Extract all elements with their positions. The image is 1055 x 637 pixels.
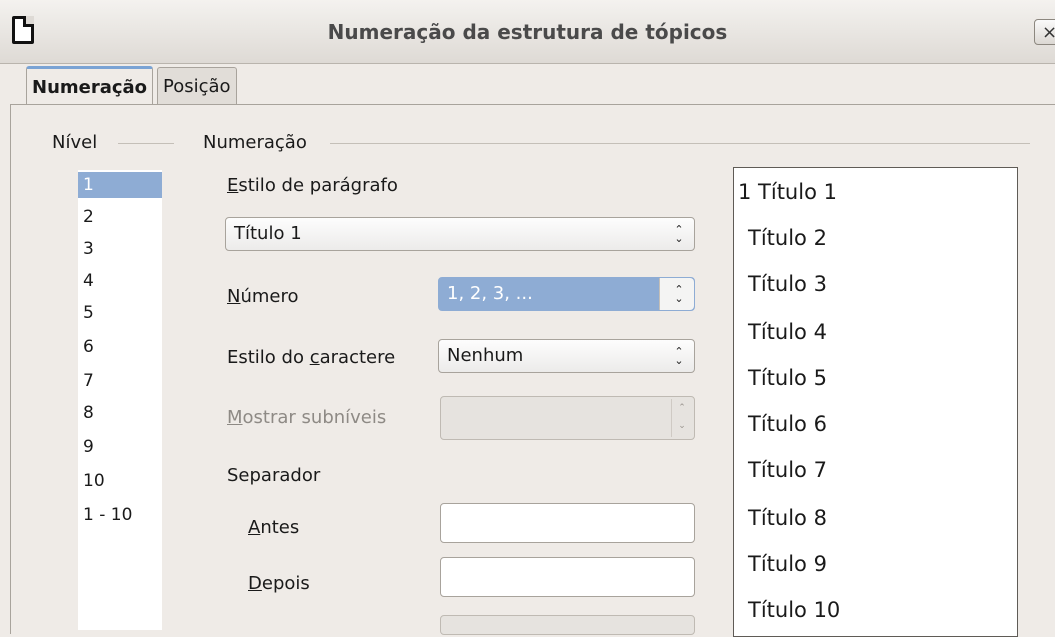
preview-item: Título 9 [748,552,827,576]
show-sublevels-label: Mostrar subníveis [227,407,387,428]
level-list[interactable]: 1 2 3 4 5 6 7 8 9 10 1 - 10 [78,170,162,630]
char-style-combo[interactable]: Nenhum ⌃ ⌄ [438,339,695,373]
numbering-heading: Numeração [203,132,307,153]
before-label: Antes [248,517,300,538]
level-item[interactable]: 9 [78,434,162,460]
number-combo[interactable]: 1, 2, 3, ... ⌃ ⌄ [438,277,695,311]
preview-item: Título 6 [748,412,827,436]
close-icon: × [1042,22,1055,43]
start-at-spinner[interactable] [440,615,695,635]
level-item[interactable]: 1 - 10 [78,502,162,528]
paragraph-style-label: Estilo de parágrafo [227,175,398,196]
window-title: Numeração da estrutura de tópicos [327,20,728,44]
number-value: 1, 2, 3, ... [447,283,533,304]
preview-item: Título 5 [748,366,827,390]
level-heading-line [118,143,174,144]
title-bar[interactable]: Numeração da estrutura de tópicos × [0,0,1055,64]
tab-label: Numeração [32,77,148,98]
show-sublevels-spinner: ⌃ ⌄ [440,396,695,440]
preview-item: Título 3 [748,272,827,296]
paragraph-style-value: Título 1 [234,223,302,244]
up-down-chevron-icon: ⌃ ⌄ [674,283,684,305]
level-item[interactable]: 6 [78,334,162,360]
level-item[interactable]: 1 [78,172,162,198]
preview-item: Título 8 [748,506,827,530]
close-button[interactable]: × [1034,19,1055,45]
level-item[interactable]: 8 [78,400,162,426]
level-item[interactable]: 5 [78,300,162,326]
tab-numbering[interactable]: Numeração [26,66,154,105]
after-input[interactable] [440,557,695,597]
level-item[interactable]: 2 [78,204,162,230]
level-item[interactable]: 3 [78,236,162,262]
after-label: Depois [248,573,310,594]
preview-item: Título 7 [748,458,827,482]
preview-pane: 1 Título 1 Título 2 Título 3 Título 4 Tí… [733,167,1018,637]
preview-item: Título 2 [748,226,827,250]
up-down-chevron-icon: ⌃ ⌄ [674,345,684,367]
before-input[interactable] [440,503,695,543]
char-style-label: Estilo do caractere [227,347,396,368]
paragraph-style-combo[interactable]: Título 1 ⌃ ⌄ [225,217,695,251]
level-heading: Nível [52,132,98,153]
tab-position[interactable]: Posição [157,67,237,105]
separator-heading: Separador [227,465,321,486]
preview-item: Título 4 [748,320,827,344]
preview-item: 1 Título 1 [738,180,837,204]
number-label: Número [227,286,299,307]
up-down-chevron-icon: ⌃ ⌄ [674,223,684,245]
preview-item: Título 10 [748,598,841,622]
level-item[interactable]: 10 [78,468,162,494]
level-item[interactable]: 7 [78,368,162,394]
spin-arrows-icon: ⌃ ⌄ [671,399,692,437]
level-item[interactable]: 4 [78,268,162,294]
tab-label: Posição [163,76,231,97]
numbering-heading-line [330,143,1030,144]
char-style-value: Nenhum [447,345,524,366]
